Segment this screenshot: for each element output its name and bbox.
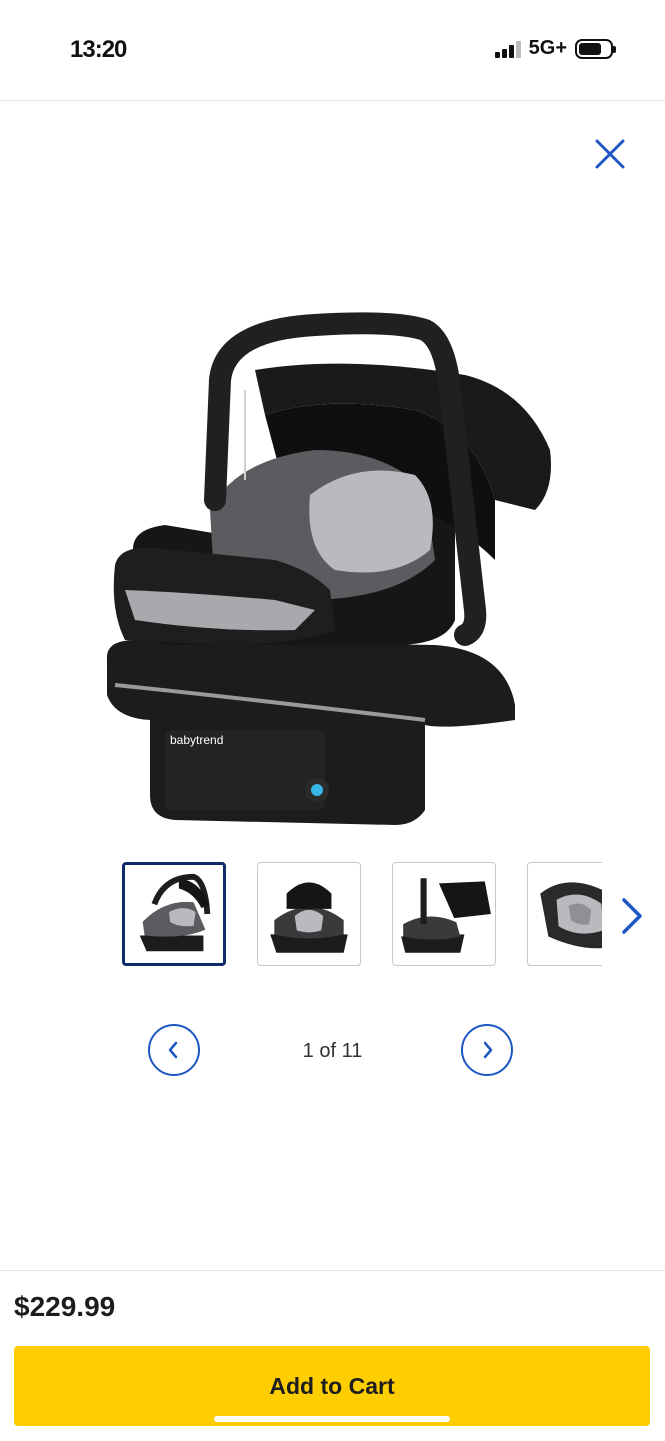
thumbnail-1[interactable] (122, 862, 226, 966)
network-label: 5G+ (528, 37, 567, 59)
status-icons: 5G+ (494, 37, 616, 60)
thumbnail-strip (122, 860, 602, 970)
product-price: $229.99 (14, 1291, 116, 1322)
thumbnail-image (540, 882, 602, 949)
battery-icon (575, 38, 616, 59)
purchase-panel: $229.99 Add to Cart (0, 1270, 665, 1441)
image-counter: 1 of 11 (302, 1040, 363, 1062)
add-to-cart-button[interactable]: Add to Cart (14, 1346, 650, 1426)
chevron-right-icon (622, 898, 642, 934)
chevron-left-icon (168, 1041, 178, 1059)
next-image-button[interactable] (461, 1024, 513, 1076)
brand-logo: babytrend (170, 733, 223, 747)
thumbnail-image (270, 882, 348, 953)
product-image: babytrend (106, 312, 551, 825)
signal-icon (494, 40, 521, 58)
thumbnail-3[interactable] (392, 862, 496, 966)
close-button[interactable] (588, 132, 632, 176)
thumbnail-4[interactable] (527, 862, 602, 966)
home-indicator (214, 1416, 450, 1422)
thumbnail-2[interactable] (257, 862, 361, 966)
close-icon (595, 139, 625, 169)
status-time: 13:20 (70, 36, 127, 63)
chevron-right-icon (483, 1041, 493, 1059)
thumbnails-next-button[interactable] (612, 892, 652, 940)
thumbnail-image (139, 873, 211, 952)
thumbnail-image (401, 878, 491, 953)
status-bar: 13:20 5G+ (0, 0, 665, 101)
previous-image-button[interactable] (148, 1024, 200, 1076)
